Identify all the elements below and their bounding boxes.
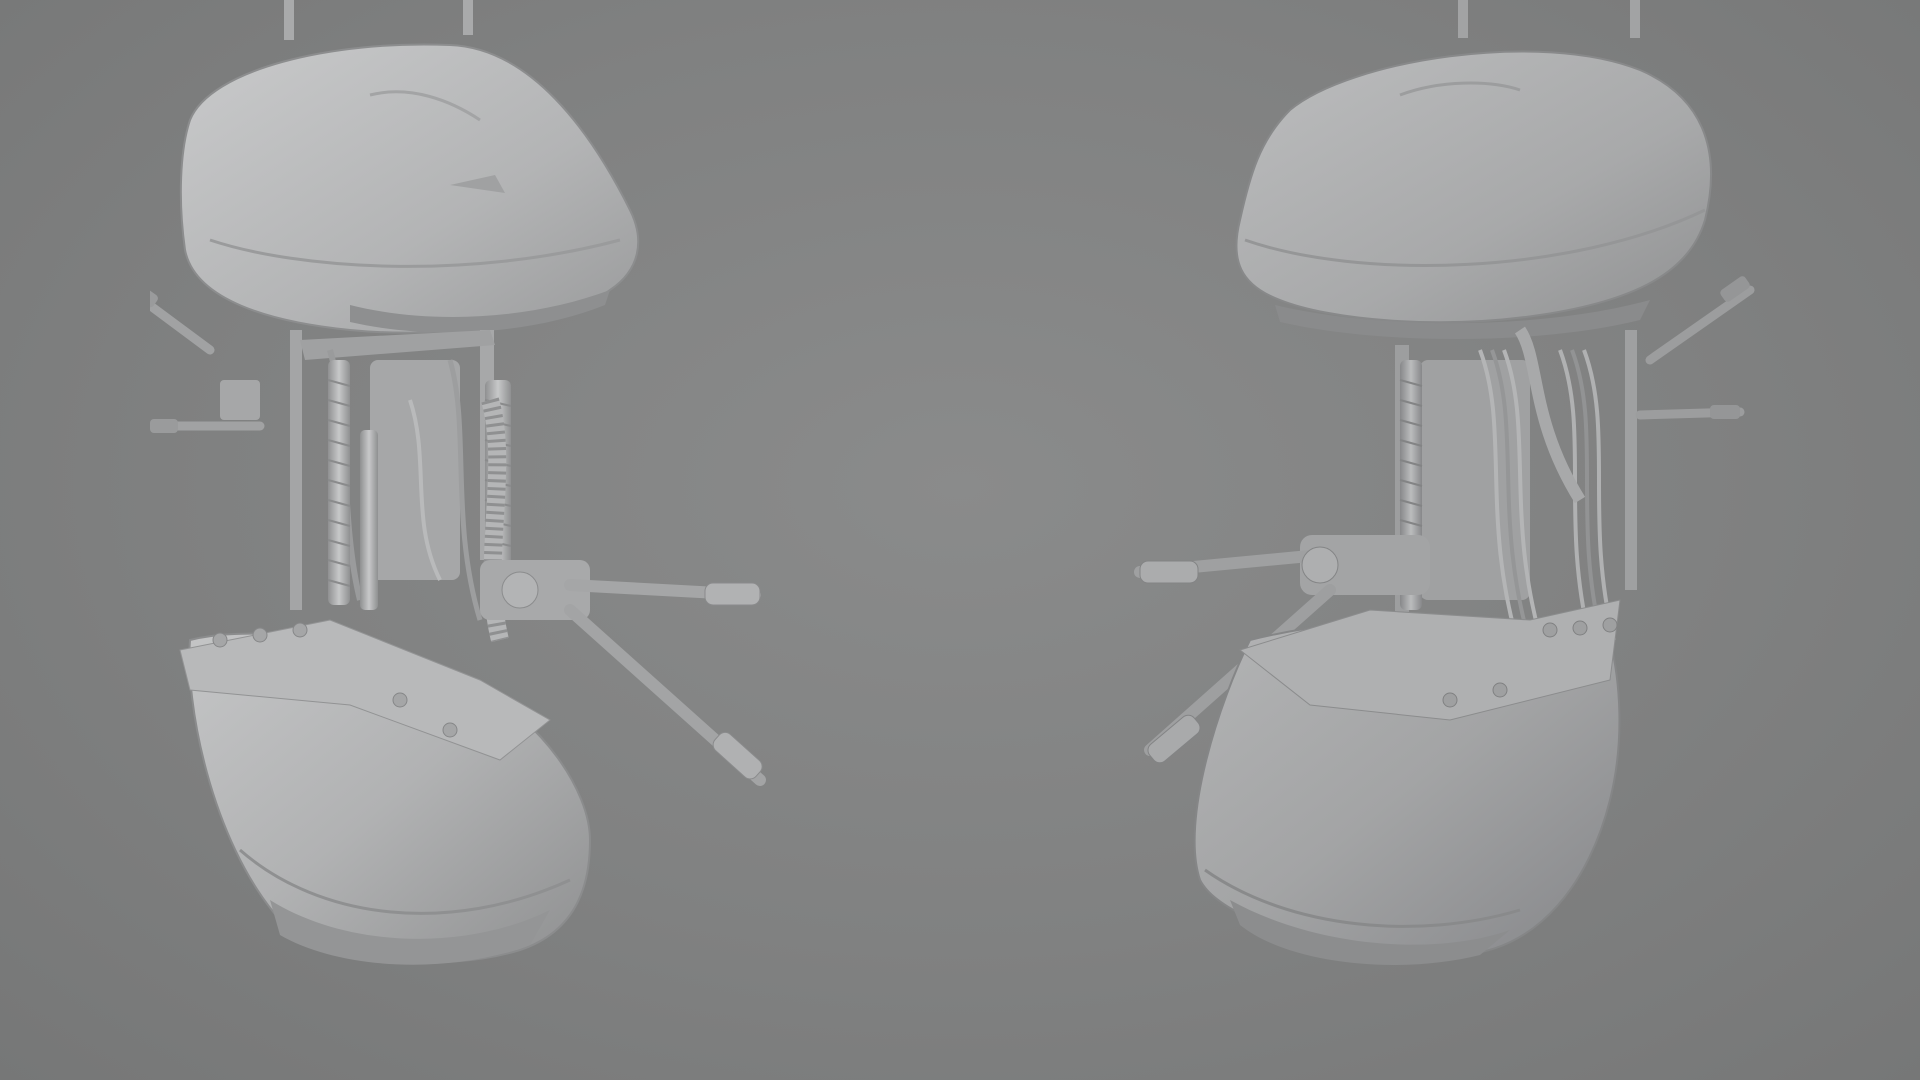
hanger-rod (1630, 0, 1640, 38)
upper-pod (1235, 50, 1713, 324)
internal-mechanism (290, 330, 512, 643)
turret-render-right (1120, 0, 1760, 1000)
hanger-rod (1458, 0, 1468, 38)
side-guns-right (1635, 276, 1755, 420)
turret-left-drawing (150, 0, 766, 965)
turret-right-drawing (1134, 0, 1755, 965)
hanger-rod (284, 0, 294, 40)
hanger-rod (463, 0, 473, 35)
upper-pod (179, 43, 640, 334)
render-viewport (0, 0, 1920, 1080)
internal-mechanism (1395, 326, 1637, 651)
turret-render-left (150, 0, 790, 1000)
